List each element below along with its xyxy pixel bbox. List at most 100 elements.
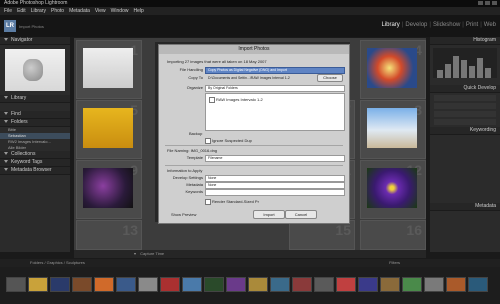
disclosure-icon	[4, 96, 8, 100]
window-titlebar: Adobe Photoshop Lightroom	[0, 0, 500, 7]
filmstrip-thumb[interactable]	[28, 277, 48, 292]
choose-button[interactable]: Choose	[317, 74, 343, 82]
close-button[interactable]	[492, 1, 497, 5]
filmstrip-thumb[interactable]	[160, 277, 180, 292]
filmstrip-thumb[interactable]	[204, 277, 224, 292]
metadata-browser-header[interactable]: Metadata Browser	[0, 167, 70, 175]
filmstrip-thumb[interactable]	[292, 277, 312, 292]
grid-cell[interactable]: 8	[360, 100, 426, 159]
copy-to-path: D:\Documents and Settin...\RAW Images In…	[208, 76, 290, 80]
filmstrip-path[interactable]: Folders / Graphics / Sculptures	[30, 260, 85, 265]
quick-develop-row[interactable]	[434, 95, 496, 101]
grid-cell[interactable]: 9	[76, 160, 142, 219]
import-photos-dialog: Import Photos Importing 27 images that w…	[158, 44, 350, 224]
histogram-chart	[433, 48, 497, 78]
metadata-header[interactable]: Metadata	[430, 203, 500, 211]
sort-icon[interactable]: ▾	[134, 251, 136, 256]
quick-develop-row[interactable]	[434, 119, 496, 125]
filmstrip-thumb[interactable]	[50, 277, 70, 292]
photo-thumbnail	[83, 168, 133, 208]
grid-cell[interactable]: 12	[360, 160, 426, 219]
navigator-header[interactable]: Navigator	[0, 37, 70, 45]
histogram-header[interactable]: Histogram	[430, 37, 500, 45]
import-info: Importing 27 images that were all taken …	[167, 59, 267, 64]
filmstrip-thumb[interactable]	[270, 277, 290, 292]
organize-select[interactable]: By Original Folders	[205, 85, 345, 92]
filmstrip-thumb[interactable]	[314, 277, 334, 292]
filmstrip-thumb[interactable]	[138, 277, 158, 292]
grid-cell[interactable]: 16	[360, 220, 426, 250]
quick-develop-row[interactable]	[434, 111, 496, 117]
menu-photo[interactable]: Photo	[51, 8, 64, 14]
menu-file[interactable]: File	[4, 8, 12, 14]
left-panel: Navigator Library Find Folders Bitte Seb…	[0, 37, 70, 252]
filmstrip-thumb[interactable]	[72, 277, 92, 292]
menu-edit[interactable]: Edit	[17, 8, 26, 14]
keywords-input[interactable]	[205, 189, 345, 196]
keywording-header[interactable]: Keywording	[430, 127, 500, 135]
template-select[interactable]: Filename	[205, 155, 345, 162]
menu-help[interactable]: Help	[133, 8, 143, 14]
quick-develop-header[interactable]: Quick Develop	[430, 85, 500, 93]
filters-label[interactable]: Filters	[389, 259, 400, 267]
grid-toolbar: ▾ Capture Time	[74, 250, 426, 258]
render-previews-checkbox[interactable]	[205, 199, 211, 205]
filmstrip-thumb[interactable]	[182, 277, 202, 292]
cancel-button[interactable]: Cancel	[285, 210, 317, 219]
grid-cell[interactable]: 15	[289, 220, 355, 250]
minimize-button[interactable]	[478, 1, 483, 5]
develop-settings-select[interactable]: None	[205, 175, 345, 182]
grid-cell[interactable]: 13	[76, 220, 142, 250]
menu-metadata[interactable]: Metadata	[69, 8, 90, 14]
filmstrip-thumb[interactable]	[94, 277, 114, 292]
import-button[interactable]: Import	[253, 210, 285, 219]
find-header[interactable]: Find	[0, 111, 70, 119]
filmstrip-thumb[interactable]	[380, 277, 400, 292]
photo-thumbnail	[83, 108, 133, 148]
metadata-select[interactable]: None	[205, 182, 345, 189]
filmstrip-thumb[interactable]	[6, 277, 26, 292]
disclosure-icon	[4, 152, 8, 156]
folder-entry[interactable]: RAW Images Intervalo 1-2	[216, 97, 263, 102]
file-handling-select[interactable]: Copy Photos as Digital Negative (DNG) an…	[205, 67, 345, 74]
window-title: Adobe Photoshop Lightroom	[4, 0, 68, 6]
filmstrip-thumb[interactable]	[468, 277, 488, 292]
filmstrip-thumb[interactable]	[116, 277, 136, 292]
grid-cell[interactable]: 4	[360, 40, 426, 99]
grid-cell[interactable]: 1	[76, 40, 142, 99]
menu-window[interactable]: Window	[111, 8, 129, 14]
filmstrip-thumb[interactable]	[358, 277, 378, 292]
library-header[interactable]: Library	[0, 95, 70, 103]
menu-view[interactable]: View	[95, 8, 106, 14]
navigator-preview[interactable]	[5, 49, 65, 91]
grid-cell[interactable]: 5	[76, 100, 142, 159]
filmstrip-thumb[interactable]	[226, 277, 246, 292]
divider	[165, 145, 343, 146]
filmstrip-thumb[interactable]	[402, 277, 422, 292]
disclosure-icon	[4, 112, 8, 116]
photo-thumbnail	[367, 168, 417, 208]
folder-checkbox[interactable]	[209, 97, 215, 103]
filmstrip-thumb[interactable]	[248, 277, 268, 292]
show-preview-label[interactable]: Show Preview	[171, 212, 196, 217]
maximize-button[interactable]	[485, 1, 490, 5]
keyword-tags-header[interactable]: Keyword Tags	[0, 159, 70, 167]
module-web[interactable]: Web	[484, 22, 496, 28]
lightroom-logo: LR	[4, 20, 16, 32]
module-slideshow[interactable]: Slideshow	[433, 22, 460, 28]
dialog-title: Import Photos	[159, 45, 349, 54]
sort-label[interactable]: Capture Time	[140, 251, 164, 256]
develop-settings-label: Develop Settings	[172, 175, 203, 180]
filmstrip-thumb[interactable]	[446, 277, 466, 292]
module-print[interactable]: Print	[466, 22, 478, 28]
ignore-suspected-checkbox[interactable]	[205, 138, 211, 144]
quick-develop-row[interactable]	[434, 103, 496, 109]
module-develop[interactable]: Develop	[405, 22, 427, 28]
filmstrip-thumb[interactable]	[424, 277, 444, 292]
module-library[interactable]: Library	[381, 22, 399, 28]
filmstrip-thumb[interactable]	[336, 277, 356, 292]
menu-library[interactable]: Library	[31, 8, 46, 14]
collections-header[interactable]: Collections	[0, 151, 70, 159]
folders-header[interactable]: Folders	[0, 119, 70, 127]
template-label: Template	[186, 155, 203, 160]
